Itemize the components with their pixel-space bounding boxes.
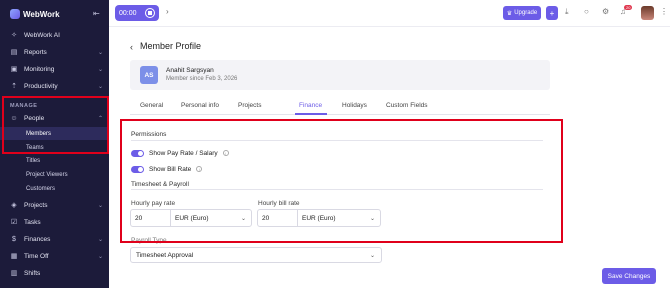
payroll-type-select[interactable]: Timesheet Approval ⌄ <box>130 247 382 263</box>
payroll-type-value: Timesheet Approval <box>136 251 194 259</box>
crown-icon: ♛ <box>506 10 513 17</box>
tab-finance[interactable]: Finance <box>299 102 322 109</box>
timer-value: 00:00 <box>119 9 137 17</box>
add-button[interactable]: + <box>546 6 558 20</box>
search-icon[interactable]: ○ <box>584 7 589 16</box>
sidebar-subitem-label: Titles <box>26 157 41 164</box>
projects-icon: ◈ <box>11 202 17 209</box>
collapse-sidebar-icon[interactable]: ⇤ <box>93 9 100 18</box>
sidebar-item-shifts[interactable]: ▥ Shifts <box>0 265 109 281</box>
upgrade-label: Upgrade <box>514 10 538 16</box>
back-arrow-icon[interactable]: ‹ <box>130 42 133 52</box>
sidebar-subitem-customers[interactable]: Customers <box>0 182 109 195</box>
chevron-down-icon: ⌄ <box>97 83 103 90</box>
sidebar-item-label: Tasks <box>24 218 41 226</box>
sidebar-item-label: Projects <box>24 201 48 209</box>
sidebar-item-label: Shifts <box>24 269 41 277</box>
sidebar-item-finances[interactable]: $ Finances ⌄ <box>0 231 109 247</box>
download-icon[interactable]: ⤓ <box>565 7 569 17</box>
reports-icon: ▤ <box>10 49 18 56</box>
sidebar-subitem-titles[interactable]: Titles <box>0 154 109 167</box>
chevron-down-icon: ⌄ <box>97 49 103 56</box>
tab-holidays[interactable]: Holidays <box>342 102 367 109</box>
chevron-down-icon: ⌄ <box>97 66 103 73</box>
tasks-icon: ☑ <box>10 219 18 226</box>
finance-highlight-box <box>120 119 563 243</box>
tab-projects[interactable]: Projects <box>238 102 261 109</box>
productivity-icon: ⇡ <box>11 83 17 90</box>
sidebar-item-productivity[interactable]: ⇡ Productivity ⌄ <box>0 78 109 94</box>
sidebar-item-time-off[interactable]: ▦ Time Off ⌄ <box>0 248 109 264</box>
time-off-icon: ▦ <box>10 253 18 260</box>
sidebar-subitem-project-viewers[interactable]: Project Viewers <box>0 168 109 181</box>
people-highlight-box <box>2 96 109 154</box>
profile-tabs: General Personal info Projects Finance H… <box>130 99 550 115</box>
page-title: Member Profile <box>140 41 202 51</box>
gear-icon[interactable]: ⚙ <box>602 7 609 16</box>
sidebar-item-monitoring[interactable]: ▣ Monitoring ⌄ <box>0 61 109 77</box>
chevron-down-icon: ⌄ <box>97 202 103 209</box>
sidebar-item-webwork-ai[interactable]: ✧ WebWork AI <box>0 27 109 43</box>
sidebar-item-label: Time Off <box>24 252 49 260</box>
sidebar-subitem-label: Project Viewers <box>26 171 68 178</box>
chevron-right-icon[interactable]: › <box>166 7 169 16</box>
active-tab-indicator <box>295 113 327 115</box>
sidebar: WebWork ⇤ ✧ WebWork AI ▤ Reports ⌄ ▣ Mon… <box>0 0 109 288</box>
sidebar-item-label: Reports <box>24 48 47 56</box>
sidebar-item-projects[interactable]: ◈ Projects ⌄ <box>0 197 109 213</box>
member-name: Anahit Sargsyan <box>166 67 214 74</box>
sidebar-item-label: WebWork AI <box>24 31 60 39</box>
chevron-down-icon: ⌄ <box>97 236 103 243</box>
tab-custom-fields[interactable]: Custom Fields <box>386 102 428 109</box>
chevron-down-icon: ⌄ <box>369 252 375 259</box>
webwork-logo-icon <box>10 9 20 19</box>
main-content: ‹ Member Profile AS Anahit Sargsyan Memb… <box>109 27 670 288</box>
notification-badge: 20 <box>624 5 633 10</box>
sidebar-item-label: Monitoring <box>24 65 55 73</box>
member-avatar: AS <box>140 66 158 84</box>
finances-icon: $ <box>12 235 16 243</box>
monitoring-icon: ▣ <box>10 66 18 73</box>
tab-general[interactable]: General <box>140 102 163 109</box>
upgrade-button[interactable]: ♛ Upgrade <box>503 6 541 20</box>
member-profile-card: AS Anahit Sargsyan Member since Feb 3, 2… <box>130 60 550 90</box>
sidebar-item-label: Productivity <box>24 82 58 90</box>
app-name: WebWork <box>23 9 60 19</box>
member-since: Member since Feb 3, 2026 <box>166 76 238 82</box>
sparkle-icon: ✧ <box>11 32 17 39</box>
shifts-icon: ▥ <box>10 270 18 277</box>
sidebar-item-reports[interactable]: ▤ Reports ⌄ <box>0 44 109 60</box>
stop-icon[interactable] <box>145 8 155 18</box>
tab-personal-info[interactable]: Personal info <box>181 102 219 109</box>
sidebar-subitem-label: Customers <box>26 185 56 192</box>
timer-button[interactable]: 00:00 <box>115 5 159 21</box>
save-changes-button[interactable]: Save Changes <box>602 268 656 284</box>
more-vertical-icon[interactable]: ⋮ <box>660 7 668 16</box>
chevron-down-icon: ⌄ <box>97 253 103 260</box>
sidebar-item-tasks[interactable]: ☑ Tasks <box>0 214 109 230</box>
user-avatar[interactable] <box>641 6 654 20</box>
sidebar-item-label: Finances <box>24 235 51 243</box>
app-logo[interactable]: WebWork <box>10 9 60 19</box>
top-bar: 00:00 › ♛ Upgrade + ⤓ ○ ⚙ ♫ 20 ⋮ <box>109 0 670 27</box>
